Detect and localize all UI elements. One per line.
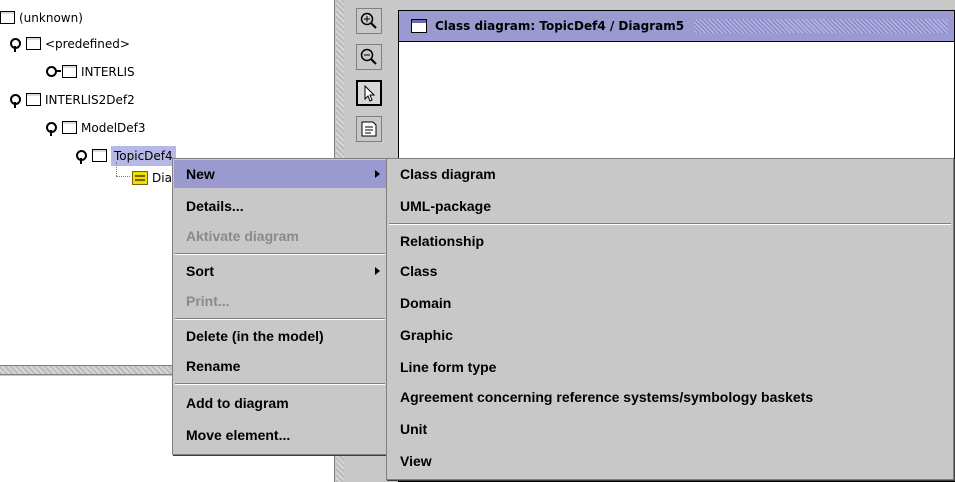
menu-separator [175,318,385,320]
submenu-item-view[interactable]: View [388,447,952,475]
menu-item-label: Details... [186,198,244,214]
window-title-bar[interactable]: Class diagram: TopicDef4 / Diagram5 [399,11,954,42]
submenu-arrow-icon [375,267,380,275]
select-tool-button[interactable] [356,80,382,106]
menu-separator [175,253,385,255]
title-bar-grip [694,19,948,33]
zoom-out-icon [360,48,377,65]
folder-icon [0,10,15,24]
submenu-item-unit[interactable]: Unit [388,415,952,443]
menu-item-label: Agreement concerning reference systems/s… [400,389,814,405]
menu-item-label: Delete (in the model) [186,328,324,344]
submenu-item-line-form-type[interactable]: Line form type [388,353,952,381]
menu-item-new[interactable]: New [174,160,386,188]
menu-item-label: Class [400,263,438,279]
expand-handle-icon[interactable] [10,38,22,52]
menu-item-print: Print... [174,287,386,315]
tree-node-label: TopicDef4 [111,146,176,166]
menu-item-add-to-diagram[interactable]: Add to diagram [174,389,386,417]
expand-handle-icon[interactable] [10,94,22,108]
menu-item-label: New [186,166,215,182]
submenu-item-class[interactable]: Class [388,257,952,285]
menu-item-label: UML-package [400,198,492,214]
tree-node-label: INTERLIS [81,65,135,79]
menu-item-label: Add to diagram [186,395,289,411]
window-title: Class diagram: TopicDef4 / Diagram5 [435,19,685,33]
submenu-item-relationship[interactable]: Relationship [388,227,952,255]
window-icon [411,19,427,33]
tree-node-label: ModelDef3 [81,121,146,135]
collapsed-handle-icon[interactable] [46,66,61,78]
menu-item-activate-diagram: Aktivate diagram [174,222,386,250]
menu-separator [389,223,951,225]
menu-item-label: Sort [186,263,214,279]
diagram-icon [132,171,148,185]
menu-separator [175,383,385,385]
folder-icon [26,36,41,50]
tree-node-interlis2def2[interactable]: INTERLIS2Def2 [10,90,135,110]
menu-item-label: Class diagram [400,166,496,182]
arrow-pointer-icon [364,84,376,102]
zoom-in-icon [360,12,377,29]
menu-item-rename[interactable]: Rename [174,352,386,380]
menu-item-label: Aktivate diagram [186,228,299,244]
tree-node-modeldef3[interactable]: ModelDef3 [46,118,146,138]
menu-item-label: Rename [186,358,241,374]
menu-item-label: Domain [400,295,452,311]
tree-node-label: <predefined> [45,37,130,51]
zoom-out-button[interactable] [356,44,382,70]
folder-icon [62,120,77,134]
submenu-item-agreement[interactable]: Agreement concerning reference systems/s… [388,383,952,411]
tree-node-label: INTERLIS2Def2 [45,93,135,107]
new-submenu: Class diagram UML-package Relationship C… [386,158,954,480]
tree-node-unknown[interactable]: (unknown) [0,8,83,28]
menu-item-label: Line form type [400,359,497,375]
menu-item-details[interactable]: Details... [174,192,386,220]
menu-item-label: Relationship [400,233,485,249]
note-icon [361,121,377,137]
tree-node-label: (unknown) [19,11,83,25]
note-tool-button[interactable] [356,116,382,142]
submenu-item-class-diagram[interactable]: Class diagram [388,160,952,188]
menu-item-label: Unit [400,421,428,437]
submenu-item-domain[interactable]: Domain [388,289,952,317]
menu-item-label: Move element... [186,427,291,443]
folder-icon [62,64,77,78]
menu-item-label: Graphic [400,327,453,343]
submenu-arrow-icon [375,170,380,178]
tree-node-predefined[interactable]: <predefined> [10,34,130,54]
menu-item-move-element[interactable]: Move element... [174,421,386,449]
expand-handle-icon[interactable] [46,122,58,136]
menu-item-delete[interactable]: Delete (in the model) [174,322,386,350]
menu-item-sort[interactable]: Sort [174,257,386,285]
menu-item-label: View [400,453,432,469]
menu-item-label: Print... [186,293,230,309]
folder-icon [26,92,41,106]
submenu-item-graphic[interactable]: Graphic [388,321,952,349]
tree-node-interlis[interactable]: INTERLIS [46,62,135,82]
submenu-item-uml-package[interactable]: UML-package [388,192,952,220]
expand-handle-icon[interactable] [76,150,88,164]
tree-node-topicdef4[interactable]: TopicDef4 [76,146,176,166]
context-menu: New Details... Aktivate diagram Sort Pri… [172,158,388,455]
folder-icon [92,148,107,162]
zoom-in-button[interactable] [356,8,382,34]
